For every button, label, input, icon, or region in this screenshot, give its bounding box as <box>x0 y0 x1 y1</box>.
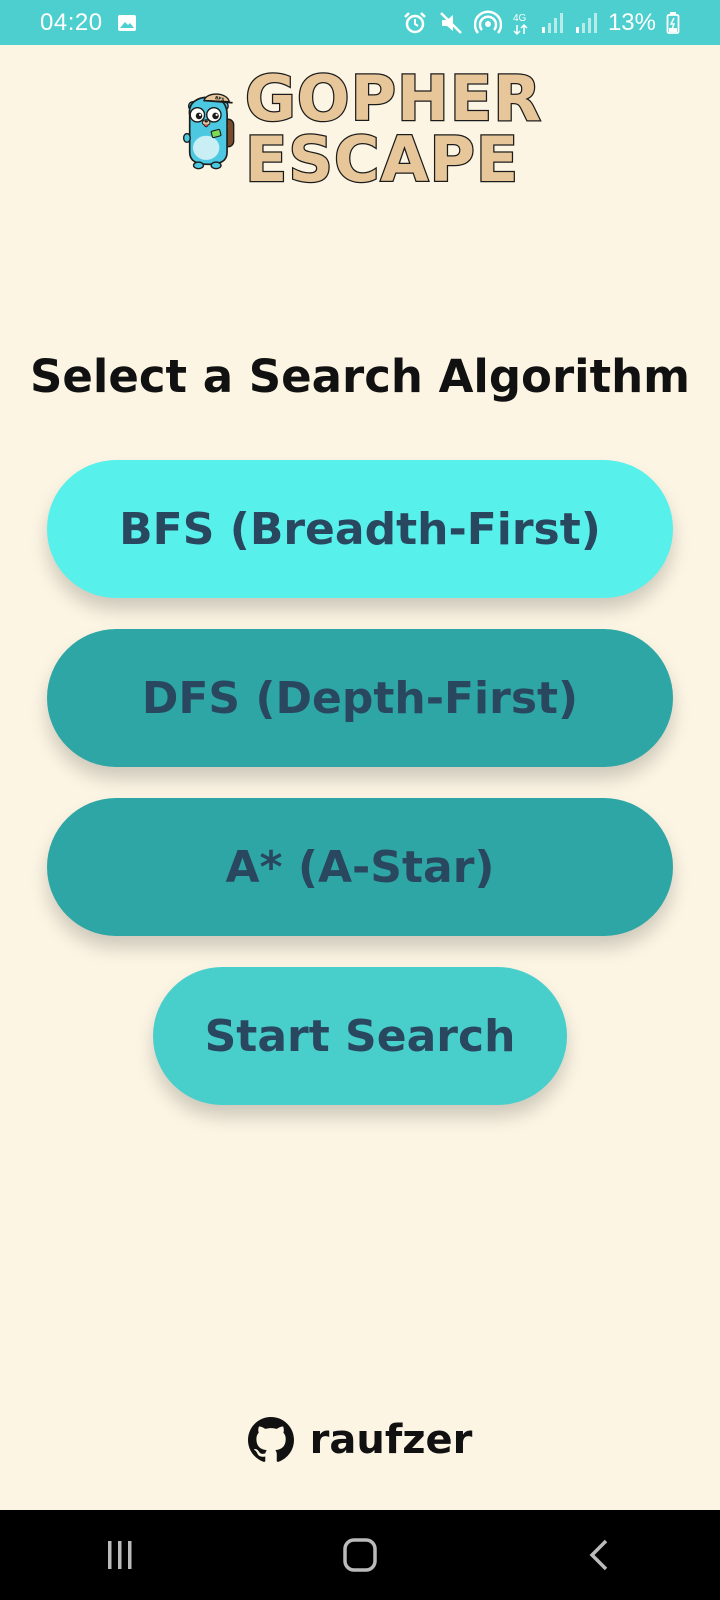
bfs-button[interactable]: BFS (Breadth-First) <box>47 460 673 598</box>
recents-icon <box>108 1541 132 1569</box>
signal-icon-2 <box>574 11 598 35</box>
mute-icon <box>438 10 464 36</box>
status-left: 04:20 <box>40 9 137 37</box>
system-nav-bar <box>0 1510 720 1600</box>
app-screen: 04:20 4G 13% BFS GOPHER ESCAPE Select a … <box>0 0 720 1600</box>
status-time: 04:20 <box>40 8 103 36</box>
astar-button[interactable]: A* (A-Star) <box>47 798 673 936</box>
alarm-icon <box>402 10 428 36</box>
back-icon <box>589 1539 608 1571</box>
signal-icon <box>540 11 564 35</box>
page-title: Select a Search Algorithm <box>29 350 691 403</box>
footer-username: raufzer <box>309 1417 473 1463</box>
logo-text: GOPHER ESCAPE <box>244 62 543 196</box>
status-bar: 04:20 4G 13% <box>0 0 720 45</box>
github-icon <box>247 1417 294 1462</box>
home-button[interactable] <box>320 1525 400 1585</box>
start-search-button[interactable]: Start Search <box>153 967 567 1105</box>
logo-line-gopher: GOPHER <box>244 62 543 136</box>
hotspot-icon <box>473 9 502 36</box>
4g-icon: 4G <box>512 10 530 36</box>
battery-percent: 13% <box>607 8 656 36</box>
home-icon <box>343 1538 377 1572</box>
app-logo: A BFS <box>182 55 542 205</box>
status-right: 4G 13% <box>402 9 680 37</box>
back-button[interactable] <box>560 1525 640 1585</box>
gopher-mascot-icon: A BFS <box>182 92 235 169</box>
footer-github-link[interactable]: raufzer <box>0 1412 720 1468</box>
logo-line-escape: ESCAPE <box>244 123 520 196</box>
svg-text:4G: 4G <box>513 13 527 24</box>
battery-charging-icon <box>666 11 680 35</box>
dfs-button[interactable]: DFS (Depth-First) <box>47 629 673 767</box>
recents-button[interactable] <box>80 1525 160 1585</box>
image-icon <box>117 13 137 33</box>
